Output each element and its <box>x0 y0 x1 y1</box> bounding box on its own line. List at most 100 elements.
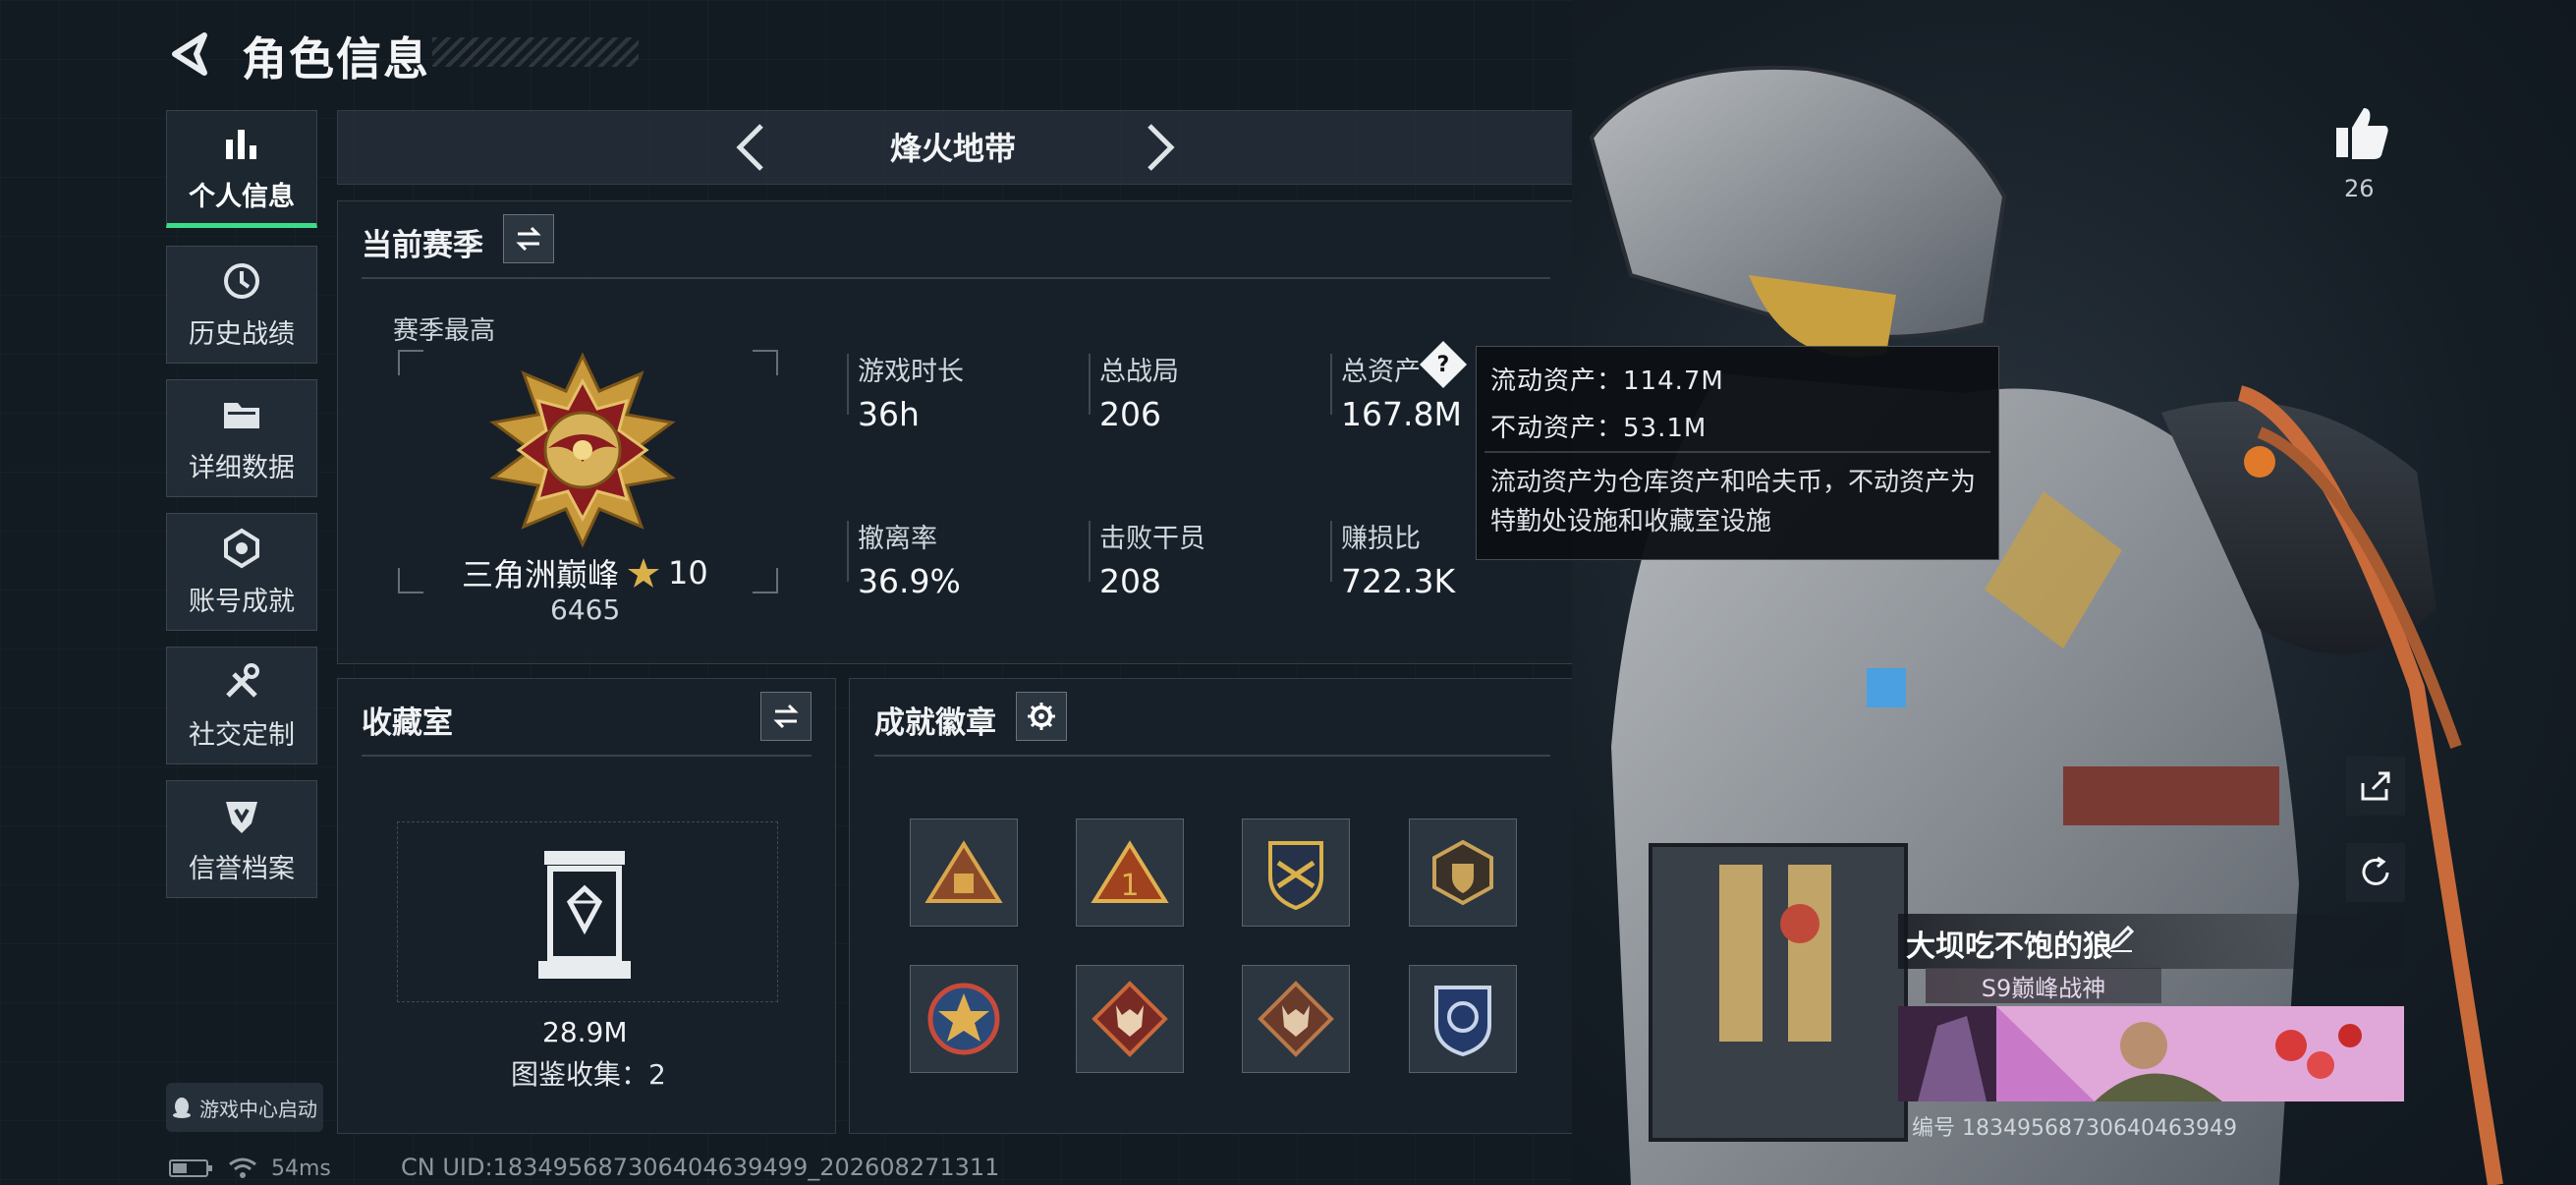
rank-stars: 10 <box>668 554 708 592</box>
achievements-divider <box>874 755 1550 757</box>
collection-divider <box>362 755 812 757</box>
nav-label: 详细数据 <box>189 452 295 483</box>
nav-label: 历史战绩 <box>189 318 295 350</box>
season-switch-button[interactable] <box>503 214 554 263</box>
nav-item-social[interactable]: 社交定制 <box>166 647 317 764</box>
nav-item-personal-info[interactable]: 个人信息 <box>166 110 317 228</box>
achievement-badge-wolf-bronze[interactable] <box>1242 965 1350 1073</box>
gear-icon <box>1028 703 1055 730</box>
stat-value-profit-ratio: 722.3K <box>1341 562 1456 600</box>
swap-icon <box>773 704 799 729</box>
tooltip-note: 流动资产为仓库资产和哈夫币，不动资产为特勤处设施和收藏室设施 <box>1490 468 1977 536</box>
collection-switch-button[interactable] <box>760 692 812 741</box>
nav-label: 账号成就 <box>189 586 295 617</box>
player-title: S9巅峰战神 <box>1981 974 2106 1002</box>
next-mode-arrow[interactable] <box>1130 118 1189 177</box>
uid-line: CN UID:18349568730640463949​9_2026082713… <box>401 1154 1000 1181</box>
stat-value-extract-rate: 36.9% <box>858 562 961 600</box>
tooltip-fixed-assets: 不动资产：53.1M <box>1490 414 1708 443</box>
nav-item-detailed-data[interactable]: 详细数据 <box>166 379 317 497</box>
achievement-badge-crest[interactable] <box>1242 818 1350 927</box>
tooltip-divider <box>1484 451 1990 453</box>
star-icon <box>628 558 660 588</box>
collection-title: 收藏室 <box>362 705 453 741</box>
player-banner <box>1898 1006 2404 1101</box>
player-name: 大坝吃不饱的狼 <box>1906 930 2112 964</box>
nav-label: 个人信息 <box>189 181 295 212</box>
collection-atlas: 图鉴收集：2 <box>511 1058 666 1091</box>
collection-value: 28.9M <box>542 1016 628 1048</box>
player-title-tag: S9巅峰战神 <box>1926 968 2161 1003</box>
mode-name: 烽火地带 <box>889 130 1016 167</box>
rotate-button[interactable] <box>2346 843 2405 902</box>
shield-icon <box>226 801 257 833</box>
achievements-settings-button[interactable] <box>1016 692 1067 741</box>
launch-label: 游戏中心启动 <box>199 1097 317 1121</box>
achievement-badge-pyramid[interactable] <box>910 818 1018 927</box>
rank-emblem-icon <box>489 352 676 548</box>
share-button[interactable] <box>2346 757 2405 816</box>
stat-value-matches: 206 <box>1099 395 1161 433</box>
game-center-launch-chip[interactable]: 游戏中心启动 <box>166 1083 323 1132</box>
nav-item-reputation[interactable]: 信誉档案 <box>166 780 317 898</box>
thumbs-up-icon[interactable] <box>2332 104 2391 161</box>
rank-line: 三角洲巅峰 10 <box>462 550 708 595</box>
achievement-icon <box>224 528 259 568</box>
rank-points: 6465 <box>550 593 621 626</box>
nav-label: 社交定制 <box>189 719 295 751</box>
edit-icon[interactable] <box>2106 924 2136 953</box>
likes-count: 26 <box>2344 175 2375 202</box>
battery-icon <box>169 1159 212 1177</box>
ping-value: 54ms <box>271 1156 331 1181</box>
frame-corner <box>398 568 423 593</box>
achievements-title: 成就徽章 <box>874 705 996 741</box>
bar-chart-icon <box>226 129 256 159</box>
title-decoration <box>432 37 639 67</box>
player-id: 编号 18349568730640463949 <box>1912 1116 2237 1141</box>
season-divider <box>362 277 1550 279</box>
stat-value-kills: 208 <box>1099 562 1161 600</box>
tools-icon <box>226 662 259 698</box>
back-arrow-icon[interactable] <box>165 29 214 79</box>
achievement-badge-hex-shield[interactable] <box>1409 818 1517 927</box>
stat-label-profit-ratio: 赚损比 <box>1341 524 1421 554</box>
achievement-badge-wolf[interactable] <box>1076 965 1184 1073</box>
season-panel-title: 当前赛季 <box>362 228 483 263</box>
stat-label-playtime: 游戏时长 <box>858 357 964 387</box>
nav-item-achievements[interactable]: 账号成就 <box>166 513 317 631</box>
stat-separator <box>1089 521 1091 582</box>
frame-corner <box>753 568 778 593</box>
clock-icon <box>224 262 259 299</box>
frame-corner <box>753 350 778 375</box>
qq-penguin-icon <box>173 1098 191 1118</box>
share-icon <box>2361 771 2390 801</box>
banner-artwork <box>1898 1006 2404 1101</box>
display-case-icon <box>538 851 631 979</box>
stat-value-playtime: 36h <box>858 395 920 433</box>
achievement-badge-blue-shield[interactable] <box>1409 965 1517 1073</box>
nav-label: 信誉档案 <box>189 853 295 884</box>
stat-separator <box>1089 354 1091 415</box>
assets-tooltip: 流动资产：114.7M 不动资产：53.1M 流动资产为仓库资产和哈夫币，不动资… <box>1476 346 1999 560</box>
rank-name: 三角洲巅峰 <box>462 556 620 593</box>
page-title: 角色信息 <box>242 32 430 85</box>
stat-separator <box>1330 354 1332 415</box>
stat-separator <box>847 521 849 582</box>
stat-value-assets: 167.8M <box>1341 395 1462 433</box>
stat-separator <box>1330 521 1332 582</box>
stat-separator <box>847 354 849 415</box>
achievement-badge-star-medal[interactable] <box>910 965 1018 1073</box>
folder-icon <box>224 402 259 428</box>
frame-corner <box>398 350 423 375</box>
svg-text:1: 1 <box>1120 869 1139 903</box>
tooltip-liquid-assets: 流动资产：114.7M <box>1490 367 1724 396</box>
stat-label-kills: 击败干员 <box>1099 524 1205 554</box>
wifi-icon <box>229 1157 256 1178</box>
stat-label-assets: 总资产 <box>1341 357 1421 387</box>
stat-label-matches: 总战局 <box>1099 357 1179 387</box>
swap-icon <box>516 226 541 252</box>
prev-mode-arrow[interactable] <box>722 118 781 177</box>
achievement-badge-rank-one[interactable]: 1 <box>1076 818 1184 927</box>
nav-item-history[interactable]: 历史战绩 <box>166 246 317 364</box>
season-peak-label: 赛季最高 <box>393 316 496 346</box>
